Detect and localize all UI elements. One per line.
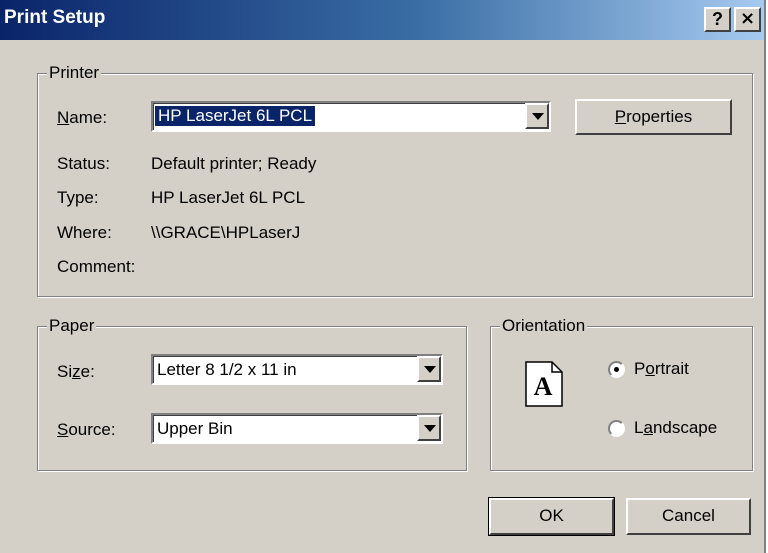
ok-button[interactable]: OK	[488, 497, 615, 536]
where-value: \\GRACE\HPLaserJ	[151, 223, 301, 242]
status-value: Default printer; Ready	[151, 154, 317, 173]
title-bar[interactable]: Print Setup ? ×	[0, 0, 764, 40]
paper-size-combobox[interactable]: Letter 8 1/2 x 11 in	[151, 354, 443, 385]
type-value: HP LaserJet 6L PCL	[151, 188, 306, 207]
printer-name-dropdown-button[interactable]	[525, 103, 549, 129]
where-label: Where:	[57, 223, 112, 242]
source-label: Source:	[57, 420, 116, 439]
svg-text:A: A	[534, 372, 553, 401]
print-setup-dialog: Print Setup ? × Printer Name: HP LaserJe…	[0, 0, 766, 553]
landscape-label[interactable]: Landscape	[634, 418, 717, 438]
comment-label: Comment:	[57, 257, 136, 276]
printer-name-value: HP LaserJet 6L PCL	[153, 105, 317, 127]
help-button[interactable]: ?	[704, 7, 731, 32]
portrait-page-icon: A	[525, 361, 563, 407]
portrait-radio[interactable]	[608, 361, 625, 378]
dialog-title: Print Setup	[4, 7, 106, 28]
paper-size-value: Letter 8 1/2 x 11 in	[157, 360, 297, 379]
cancel-button[interactable]: Cancel	[626, 498, 751, 535]
printer-name-combobox[interactable]: HP LaserJet 6L PCL	[151, 101, 551, 132]
paper-group: Paper	[37, 316, 467, 471]
status-label: Status:	[57, 154, 110, 173]
paper-size-dropdown-button[interactable]	[417, 356, 441, 382]
portrait-label[interactable]: Portrait	[634, 359, 689, 379]
paper-legend: Paper	[47, 316, 97, 336]
orientation-legend: Orientation	[500, 316, 588, 336]
name-label: Name:	[57, 108, 108, 127]
paper-source-value: Upper Bin	[157, 419, 233, 438]
paper-source-combobox[interactable]: Upper Bin	[151, 413, 443, 444]
size-label: Size:	[57, 362, 95, 381]
type-label: Type:	[57, 188, 99, 207]
printer-legend: Printer	[47, 63, 102, 83]
properties-button[interactable]: Properties	[575, 99, 732, 135]
landscape-radio[interactable]	[608, 420, 625, 437]
paper-source-dropdown-button[interactable]	[417, 415, 441, 441]
close-button[interactable]: ×	[734, 7, 761, 32]
